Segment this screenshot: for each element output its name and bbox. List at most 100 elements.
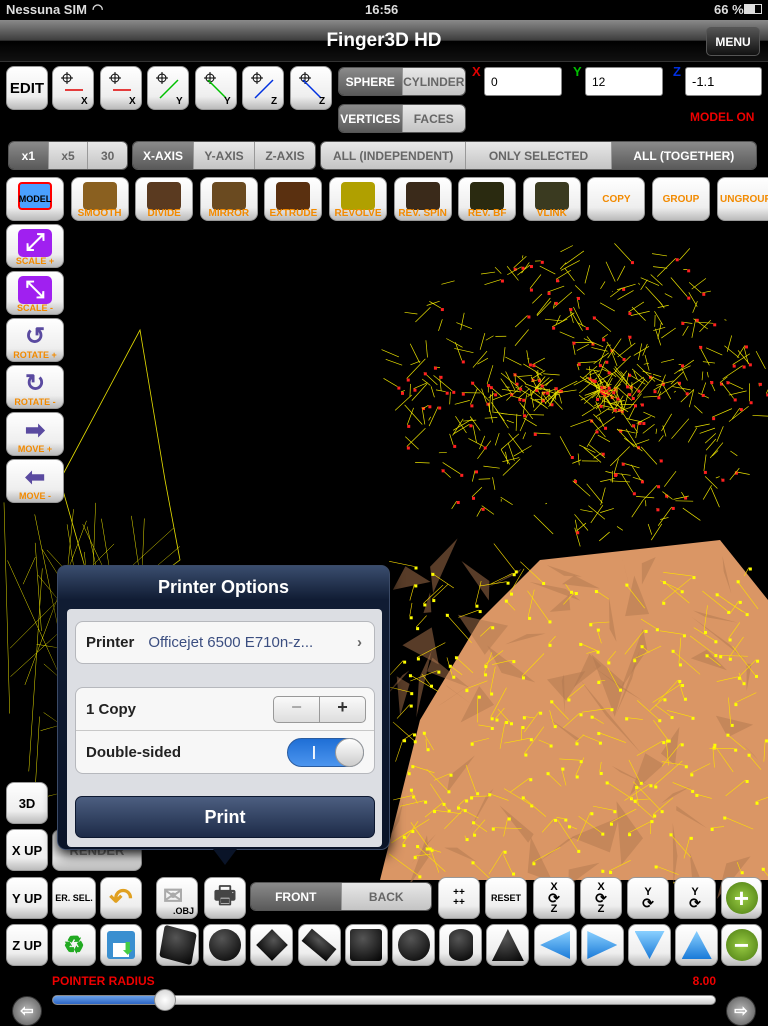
z-up-button[interactable]: Z UP (6, 924, 48, 966)
primitive-cone-button[interactable] (486, 924, 529, 966)
tool-divide-button[interactable]: DIVIDE (135, 177, 193, 221)
battery-icon (744, 4, 762, 14)
tool-mirror-button[interactable]: MIRROR (200, 177, 258, 221)
tool-group-button[interactable]: GROUP (652, 177, 710, 221)
primitive-geosphere-button[interactable] (392, 924, 435, 966)
view-3d-button[interactable]: 3D (6, 782, 48, 824)
tab-cylinder[interactable]: CYLINDER (402, 68, 466, 95)
tool-model-button[interactable]: MODEL (6, 177, 64, 221)
tab-only-selected[interactable]: ONLY SELECTED (465, 142, 610, 169)
battery-text: 66 % (714, 2, 744, 17)
move-y-minus-button[interactable]: Y (147, 66, 189, 110)
arrow-left-icon (540, 931, 570, 959)
edit-button[interactable]: EDIT (6, 66, 48, 110)
rotate-view-4-button[interactable]: Y⟳ (674, 877, 716, 919)
tool-rotate-button[interactable]: ↻ROTATE - (6, 365, 64, 409)
x-up-button[interactable]: X UP (6, 829, 48, 871)
tool-rotate-button[interactable]: ↺ROTATE + (6, 318, 64, 362)
tab-x5[interactable]: x5 (48, 142, 88, 169)
rotate-view-3-button[interactable]: Y⟳ (627, 877, 669, 919)
coord-z-input[interactable]: -1.1 (685, 67, 762, 96)
tool-move-button[interactable]: ⬅MOVE - (6, 459, 64, 503)
decrement-button[interactable]: − (274, 697, 320, 722)
tab-x-axis[interactable]: X-AXIS (133, 142, 193, 169)
tab-y-axis[interactable]: Y-AXIS (193, 142, 254, 169)
primitive-sphere-button[interactable] (203, 924, 246, 966)
rotate-axis-bottom: Z (551, 904, 558, 915)
tab-back[interactable]: BACK (341, 883, 432, 910)
coord-x-input[interactable] (484, 67, 562, 96)
tab-faces[interactable]: FACES (402, 105, 466, 132)
rotate-view-1-button[interactable]: X⟳Z (533, 877, 575, 919)
move-x-plus-button[interactable]: X (100, 66, 142, 110)
primitive-diamond-button[interactable] (250, 924, 293, 966)
tab-all-independent-[interactable]: ALL (INDEPENDENT) (321, 142, 465, 169)
tool-label: REVOLVE (330, 208, 386, 219)
tool-rev-spin-button[interactable]: REV. SPIN (394, 177, 452, 221)
reset-button[interactable]: RESET (485, 877, 527, 919)
tool-label: MIRROR (201, 208, 257, 219)
tab-z-axis[interactable]: Z-AXIS (254, 142, 315, 169)
tool-ungroup-button[interactable]: UNGROUP (717, 177, 768, 221)
double-sided-toggle[interactable]: | (287, 738, 364, 767)
printer-row[interactable]: Printer Officejet 6500 E710n-z... › (75, 621, 375, 664)
move-z-plus-button[interactable]: Z (290, 66, 332, 110)
primitive-cube-button[interactable] (345, 924, 388, 966)
nav-bar: Finger3D HD MENU (0, 20, 768, 62)
add-button[interactable]: + (721, 877, 762, 919)
primitive-plane-button[interactable] (156, 924, 199, 966)
tool-copy-button[interactable]: COPY (587, 177, 645, 221)
tab-sphere[interactable]: SPHERE (339, 68, 402, 95)
y-up-button[interactable]: Y UP (6, 877, 48, 919)
slider-thumb[interactable] (154, 989, 176, 1011)
move-z-minus-button[interactable]: Z (242, 66, 284, 110)
export-obj-button[interactable]: ✉.OBJ (156, 877, 198, 919)
erase-selection-button[interactable]: ER. SEL. (52, 877, 96, 919)
tool-label: ROTATE - (7, 397, 63, 407)
coord-y-input[interactable] (585, 67, 663, 96)
primitive-arrow-left-button[interactable] (534, 924, 577, 966)
tool-revolve-button[interactable]: REVOLVE (329, 177, 387, 221)
save-button[interactable]: ⬇ (100, 924, 142, 966)
rotate-cw-icon: ↻ (18, 370, 52, 398)
move-x-minus-button[interactable]: X (52, 66, 94, 110)
tool-label: REV. SPIN (395, 208, 451, 219)
undo-button[interactable]: ↶ (100, 877, 142, 919)
grid-button[interactable]: ++ ++ (438, 877, 480, 919)
tool-vlink-button[interactable]: VLINK (523, 177, 581, 221)
tool-move-button[interactable]: ➡MOVE + (6, 412, 64, 456)
tool-scale-button[interactable]: ⤢SCALE + (6, 224, 64, 268)
print-button[interactable]: 🖶 (204, 877, 246, 919)
primitive-arrow-right-button[interactable] (581, 924, 624, 966)
slider-increase-button[interactable]: ⇨ (726, 996, 756, 1026)
print-confirm-button[interactable]: Print (75, 796, 375, 838)
axis-arrow-icon: X (53, 68, 93, 108)
remove-button[interactable]: − (721, 924, 762, 966)
menu-button[interactable]: MENU (706, 27, 760, 56)
tab-all-together-[interactable]: ALL (TOGETHER) (611, 142, 756, 169)
tool-scale-button[interactable]: ⤡SCALE - (6, 271, 64, 315)
tab-vertices[interactable]: VERTICES (339, 105, 402, 132)
arrow-left-icon: ⇦ (20, 1001, 33, 1021)
trash-button[interactable]: ♻ (52, 924, 96, 966)
primitive-box-slab-button[interactable] (298, 924, 341, 966)
rotate-view-2-button[interactable]: X⟳Z (580, 877, 622, 919)
tool-extrude-button[interactable]: EXTRUDE (264, 177, 322, 221)
slider-decrease-button[interactable]: ⇦ (12, 996, 42, 1026)
tool-rev-bf-button[interactable]: REV. BF (458, 177, 516, 221)
primitive-cylinder-button[interactable] (439, 924, 482, 966)
primitive-arrow-up-button[interactable] (675, 924, 718, 966)
tool-label: SCALE - (7, 303, 63, 313)
pointer-radius-slider[interactable] (52, 995, 716, 1005)
primitive-arrow-down-button[interactable] (628, 924, 671, 966)
increment-button[interactable]: + (320, 697, 365, 722)
tab-x1[interactable]: x1 (9, 142, 48, 169)
move-y-plus-button[interactable]: Y (195, 66, 237, 110)
tool-icon (535, 182, 569, 210)
tool-smooth-button[interactable]: SMOOTH (71, 177, 129, 221)
tool-label: MOVE - (7, 491, 63, 501)
obj-label: .OBJ (173, 906, 194, 916)
tab-front[interactable]: FRONT (251, 883, 341, 910)
arrow-up-icon (682, 931, 712, 959)
tab-30[interactable]: 30 (87, 142, 127, 169)
